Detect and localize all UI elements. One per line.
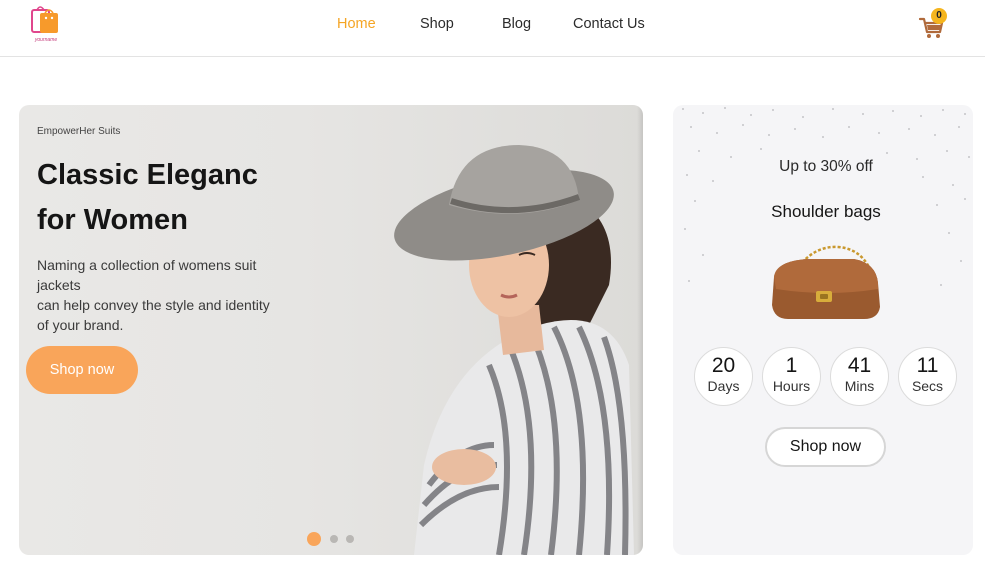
- promo-discount-text: Up to 30% off: [779, 158, 873, 175]
- nav-shop[interactable]: Shop: [420, 16, 454, 32]
- countdown-hours-label: Hours: [772, 378, 811, 394]
- hero-edge-shadow: [637, 105, 643, 555]
- countdown-mins-value: 41: [847, 354, 872, 377]
- shopping-bag-logo-icon: [31, 6, 58, 33]
- nav-blog[interactable]: Blog: [502, 16, 531, 32]
- hero-eyebrow: EmpowerHer Suits: [37, 126, 121, 137]
- hero-headline: Classic Eleganc for Women: [37, 153, 357, 243]
- countdown-hours-value: 1: [785, 354, 798, 377]
- hero-shop-now-button[interactable]: Shop now: [26, 346, 138, 394]
- countdown-secs: 11 Secs: [898, 347, 957, 406]
- promo-title: Shoulder bags: [771, 202, 881, 221]
- countdown-mins-label: Mins: [844, 378, 875, 394]
- brand-logo-text: yourname: [34, 37, 58, 43]
- countdown-days-value: 20: [711, 354, 736, 377]
- carousel-dot-3[interactable]: [346, 535, 354, 543]
- hero-headline-line-2: for Women: [37, 204, 188, 236]
- hero-description-line-3: can help convey the style and identity: [37, 297, 270, 313]
- hero-banner: EmpowerHer Suits Classic Eleganc for Wom…: [19, 105, 643, 555]
- cart-button[interactable]: 0: [918, 8, 947, 40]
- promo-card: Up to 30% off Shoulder bags 20 Days 1 Ho…: [673, 105, 973, 555]
- hero-description: Naming a collection of womens suit jacke…: [37, 255, 317, 335]
- countdown-hours: 1 Hours: [762, 347, 821, 406]
- nav-contact-us[interactable]: Contact Us: [573, 16, 645, 32]
- carousel-dot-2[interactable]: [330, 535, 338, 543]
- countdown-days-label: Days: [707, 378, 740, 394]
- shoulder-bag-image: [772, 245, 880, 319]
- cart-count-badge: 0: [931, 8, 947, 24]
- hero-description-line-1: Naming a collection of womens suit: [37, 257, 257, 273]
- promo-shop-now-button[interactable]: Shop now: [765, 427, 886, 467]
- site-header: yourname Home Shop Blog Contact Us 0: [0, 0, 985, 57]
- hero-description-line-2: jackets: [37, 277, 81, 293]
- countdown-mins: 41 Mins: [830, 347, 889, 406]
- brand-logo[interactable]: yourname: [28, 4, 64, 46]
- countdown-days: 20 Days: [694, 347, 753, 406]
- countdown-secs-label: Secs: [911, 378, 944, 394]
- hero-headline-line-1: Classic Eleganc: [37, 159, 258, 191]
- countdown-secs-value: 11: [916, 354, 939, 377]
- nav-home[interactable]: Home: [337, 16, 376, 32]
- hero-description-line-4: of your brand.: [37, 317, 124, 333]
- carousel-dot-1[interactable]: [307, 532, 321, 546]
